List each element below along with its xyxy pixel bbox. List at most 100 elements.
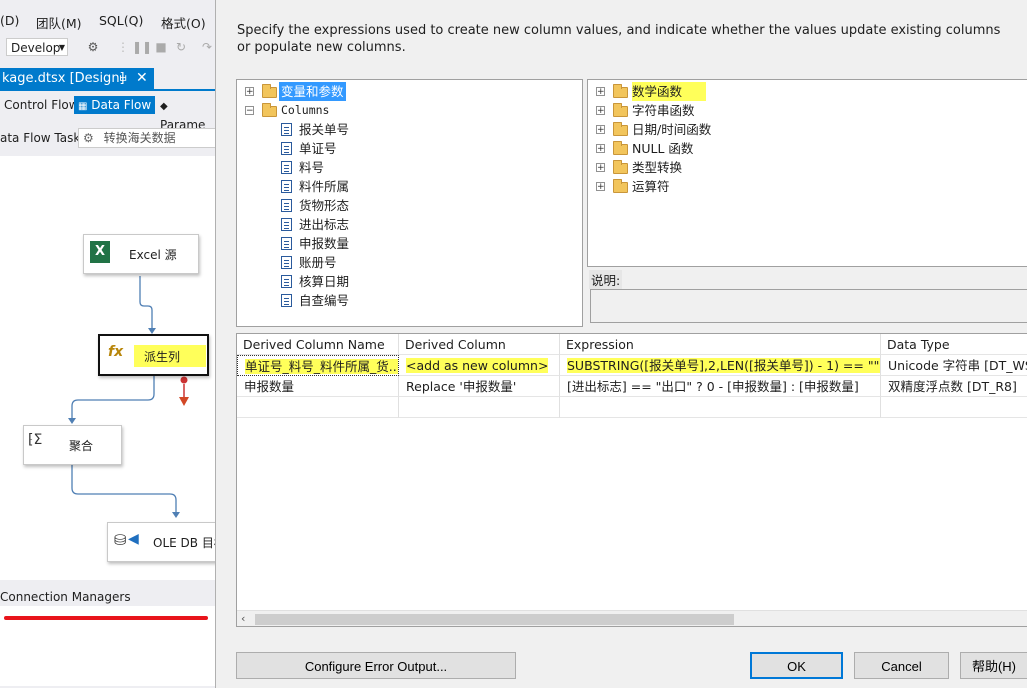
excel-icon: X (90, 241, 110, 263)
tree-node-label: 日期/时间函数 (632, 122, 712, 137)
task-icon: ⚙ (83, 131, 94, 145)
document-tab-title: kage.dtsx [Design] (2, 71, 125, 86)
folder-open-icon (262, 84, 277, 98)
tree-column-label: 核算日期 (299, 274, 350, 289)
folder-icon (262, 103, 277, 117)
node-derived-label: 派生列 (134, 345, 206, 367)
tree-node-label: 字符串函数 (632, 103, 695, 118)
data-flow-task-combo[interactable]: ⚙ 转换海关数据 (78, 128, 215, 148)
columns-tree-panel[interactable]: + 变量和参数 − Columns 报关单号 单证号 料号 料件所属 货物形态 … (236, 79, 583, 327)
redaction-mark (4, 616, 208, 620)
ok-button[interactable]: OK (750, 652, 843, 679)
stop-icon[interactable]: ■ (154, 40, 168, 54)
menu-item-d[interactable]: (D) (0, 13, 19, 28)
folder-icon (613, 84, 628, 98)
grid-cell-data-type[interactable]: Unicode 字符串 [DT_WS... (881, 355, 1027, 376)
connection-managers-area[interactable] (0, 606, 215, 686)
expand-icon[interactable]: + (596, 125, 605, 135)
grid-cell-derived-column[interactable]: Replace '申报数量' (399, 376, 560, 397)
node-derived-column[interactable]: fx 派生列 (98, 334, 209, 376)
data-flow-canvas[interactable]: X Excel 源 fx 派生列 ⁅Σ 聚合 ⛁ ◀ OLE DB 目标 (0, 156, 215, 580)
grid-cell-derived-column[interactable]: <add as new column> (399, 355, 560, 376)
grid-header-derived-column[interactable]: Derived Column (399, 334, 560, 355)
dialog-instructions: Specify the expressions used to create n… (237, 23, 1001, 55)
grid-cell-derived-text: <add as new column> (406, 358, 549, 373)
collapse-icon[interactable]: − (245, 106, 254, 116)
debug-attach-icon[interactable]: ⚙ (86, 40, 100, 54)
tree-column-label: 料号 (299, 160, 325, 175)
solution-config-combo[interactable]: Develop ▼ (6, 38, 68, 56)
expand-icon[interactable]: + (596, 163, 605, 173)
grid-cell-empty[interactable] (560, 397, 881, 418)
derived-columns-grid[interactable]: Derived Column Name Derived Column Expre… (236, 333, 1027, 627)
document-tab-package[interactable]: kage.dtsx [Design] ㅂ ✕ (0, 68, 154, 89)
tab-parameters[interactable]: ◆ Parame (160, 96, 215, 132)
folder-icon (613, 141, 628, 155)
visual-studio-window: (D) 团队(M) SQL(Q) 格式(O) Develop ▼ ⚙ ⋮ ❚❚ … (0, 0, 215, 688)
menu-item-team[interactable]: 团队(M) (36, 13, 82, 32)
expand-icon[interactable]: + (596, 87, 605, 97)
toolbar-grip-icon: ⋮ (117, 40, 129, 54)
cancel-button[interactable]: Cancel (854, 652, 949, 679)
expand-icon[interactable]: + (596, 144, 605, 154)
grid-cell-expression[interactable]: [进出标志] == "出口" ? 0 - [申报数量] : [申报数量] (560, 376, 881, 397)
expand-icon[interactable]: + (596, 182, 605, 192)
expand-icon[interactable]: + (596, 106, 605, 116)
designer-tabs: Control Flow ▦ Data Flow ◆ Parame (0, 94, 215, 132)
column-icon (281, 123, 292, 136)
grid-header-expression[interactable]: Expression (560, 334, 881, 355)
configure-error-output-button[interactable]: Configure Error Output... (236, 652, 516, 679)
grid-header-data-type[interactable]: Data Type (881, 334, 1027, 355)
scrollbar-thumb[interactable] (255, 614, 734, 625)
connection-managers-header: Connection Managers (0, 588, 215, 607)
column-icon (281, 294, 292, 307)
grid-cell-name[interactable]: 单证号_料号_料件所属_货... (237, 355, 399, 376)
close-icon[interactable]: ✕ (136, 68, 148, 89)
menu-item-sql[interactable]: SQL(Q) (99, 13, 143, 28)
data-flow-icon: ▦ (78, 101, 88, 112)
grid-cell-name[interactable]: 申报数量 (237, 376, 399, 397)
step-icon[interactable]: ↷ (200, 40, 214, 54)
tree-node-variables-label: 变量和参数 (279, 82, 346, 101)
tree-node-label: 运算符 (632, 179, 670, 194)
node-oledb-label: OLE DB 目标 (153, 535, 215, 550)
grid-cell-data-type[interactable]: 双精度浮点数 [DT_R8] (881, 376, 1027, 397)
grid-cell-expression[interactable]: SUBSTRING([报关单号],2,LEN([报关单号]) - 1) == "… (560, 355, 881, 376)
description-box (590, 289, 1027, 323)
tab-data-flow[interactable]: ▦ Data Flow (74, 96, 156, 114)
tree-column-label: 进出标志 (299, 217, 350, 232)
horizontal-scrollbar[interactable]: ‹ (237, 610, 1027, 626)
folder-icon (613, 179, 628, 193)
grid-cell-expression-text: SUBSTRING([报关单号],2,LEN([报关单号]) - 1) == "… (567, 358, 880, 373)
grid-cell-empty[interactable] (399, 397, 560, 418)
node-aggregate[interactable]: ⁅Σ 聚合 (23, 425, 122, 465)
tree-node-columns-label: Columns (281, 103, 330, 117)
tree-column-label: 申报数量 (299, 236, 350, 251)
expand-icon[interactable]: + (245, 87, 254, 97)
node-oledb-destination[interactable]: ⛁ ◀ OLE DB 目标 (107, 522, 215, 562)
node-excel-source[interactable]: X Excel 源 (83, 234, 199, 274)
tree-column-label: 报关单号 (299, 122, 350, 137)
description-label: 说明: (589, 270, 623, 289)
arrow-left-icon: ◀ (128, 531, 139, 547)
fx-icon: fx (108, 344, 124, 360)
tree-node-label: 数学函数 (632, 82, 707, 101)
node-aggregate-label: 聚合 (69, 438, 94, 453)
column-icon (281, 161, 292, 174)
folder-icon (613, 160, 628, 174)
column-icon (281, 275, 292, 288)
scroll-left-icon[interactable]: ‹ (241, 612, 245, 625)
grid-cell-empty[interactable] (881, 397, 1027, 418)
tree-node-label: 类型转换 (632, 160, 683, 175)
functions-tree-panel[interactable]: + 数学函数 + 字符串函数 + 日期/时间函数 + NULL 函数 + 类型转… (587, 79, 1027, 267)
restart-icon[interactable]: ↻ (174, 40, 188, 54)
pause-icon[interactable]: ❚❚ (132, 40, 152, 54)
grid-cell-empty[interactable] (237, 397, 399, 418)
tab-control-flow[interactable]: Control Flow (4, 96, 79, 114)
folder-icon (613, 103, 628, 117)
grid-header-name[interactable]: Derived Column Name (237, 334, 399, 355)
pin-icon[interactable]: ㅂ (118, 68, 128, 89)
menu-item-format[interactable]: 格式(O) (161, 13, 206, 32)
help-button[interactable]: 帮助(H) (960, 652, 1027, 679)
menu-bar: (D) 团队(M) SQL(Q) 格式(O) (0, 10, 215, 32)
